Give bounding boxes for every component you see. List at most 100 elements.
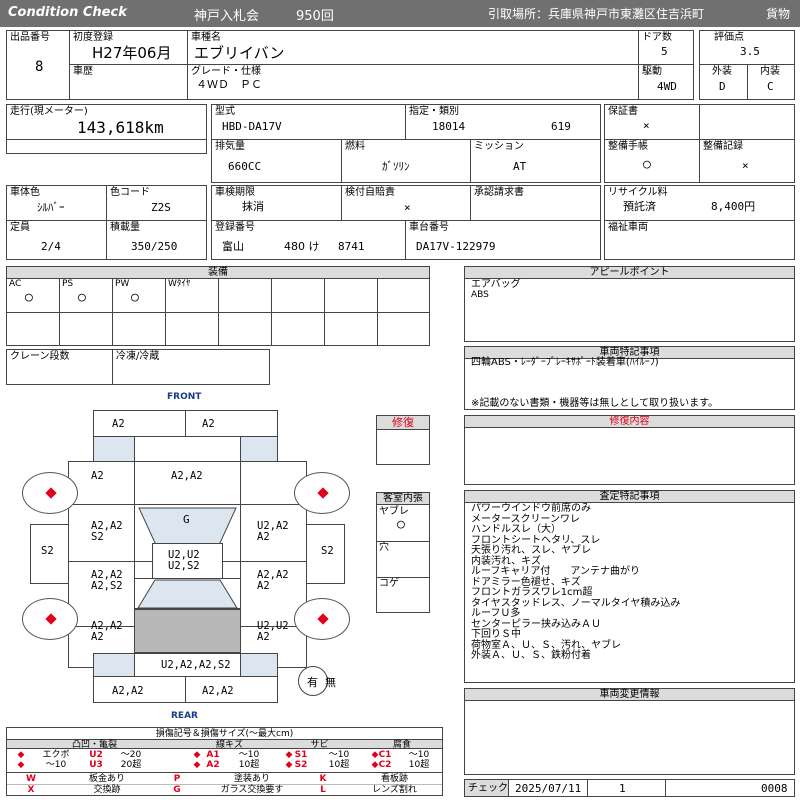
front-door-right[interactable]: U2,A2 A2: [240, 504, 307, 562]
dmg-label: A2,A2 A2: [91, 620, 123, 643]
legend-key-desc: 板金あり: [88, 774, 125, 784]
legend-key: K: [319, 774, 327, 784]
legend-key: G: [173, 785, 181, 795]
approval-box: 承認請求書: [470, 185, 601, 221]
grade-label: グレード・仕様: [191, 66, 261, 77]
legend-code: U3: [89, 760, 103, 770]
mission-box: ミッション AT: [470, 139, 601, 183]
special-note: ※記載のない書類・機器等は無しとして取り扱います。: [471, 398, 719, 409]
repair-content-title: 修復内容: [465, 416, 794, 428]
int-value: C: [767, 80, 774, 93]
rear-label: REAR: [171, 711, 198, 721]
doors-value: 5: [661, 45, 668, 58]
liability-value: ×: [404, 201, 411, 214]
designation-label: 指定・類別: [409, 106, 459, 117]
headlight-right[interactable]: [240, 436, 278, 462]
rear-window-frame[interactable]: [134, 578, 241, 610]
note-line: パワーウインドウ前席のみ: [471, 503, 591, 514]
welfare-box: 福祉車両: [604, 220, 795, 260]
drive-label: 駆動: [642, 66, 662, 77]
approval-label: 承認請求書: [474, 187, 524, 198]
first-reg-box: 初度登録 H27年06月: [69, 30, 188, 65]
front-fender-left-top[interactable]: A2: [68, 461, 135, 505]
front-door-left[interactable]: A2,A2 S2: [68, 504, 135, 562]
front-bumper-right[interactable]: A2: [185, 410, 278, 437]
designation-box: 指定・類別 18014 619: [405, 104, 601, 140]
taillight-right[interactable]: [240, 653, 278, 677]
color-code-value: Z2S: [151, 201, 171, 214]
color-value: ｼﾙﾊﾞｰ: [37, 201, 65, 214]
dmg-label: U2,A2,A2,S2: [161, 659, 231, 671]
model-value: エブリイバン: [194, 44, 285, 62]
headlight-left[interactable]: [93, 436, 135, 462]
drive-box: 駆動 4WD: [638, 64, 694, 100]
check-code: 0008: [761, 782, 788, 795]
rear-bumper-right[interactable]: A2,A2: [185, 676, 278, 703]
wheel-rear-right[interactable]: [294, 598, 350, 640]
dmg-label: A2,A2 A2: [257, 569, 289, 592]
history-label: 車歴: [73, 66, 93, 77]
warranty-label: 保証書: [608, 106, 638, 117]
grille[interactable]: [134, 436, 241, 462]
dmg-label: A2,A2 A2,S2: [91, 569, 123, 592]
wheel-rear-left[interactable]: [22, 598, 78, 640]
legend-key: P: [173, 774, 181, 784]
fuel-label: 燃料: [345, 141, 365, 152]
rear-window-shape: [137, 579, 238, 609]
color-code-box: 色コード Z2S: [106, 185, 207, 221]
dmg-label: A2,A2: [112, 685, 144, 697]
check-row: チェック 2025/07/11 1 0008: [464, 779, 795, 797]
rear-door-left[interactable]: A2,A2 A2,S2: [68, 561, 135, 627]
spare-no-label: 無: [325, 676, 336, 689]
mission-value: AT: [513, 160, 527, 173]
manual-value: ○: [643, 157, 651, 172]
front-bumper-left[interactable]: A2: [93, 410, 186, 437]
header-category: 貨物: [766, 7, 791, 21]
crane-label: クレーン段数: [10, 351, 70, 362]
dmg-label: A2: [202, 418, 215, 430]
doors-box: ドア数 5: [638, 30, 694, 65]
inspection-notes-box: 査定特記事項 パワーウインドウ前席のみ メータースクリーンワレ ハンドルスレ（大…: [464, 490, 795, 683]
equip-ac-label: AC: [9, 279, 22, 289]
dmg-label: S2: [321, 545, 334, 557]
step-right[interactable]: S2: [306, 524, 345, 584]
type-label: 型式: [215, 106, 235, 117]
dmg-label: A2,A2: [171, 470, 203, 482]
recycle-box: リサイクル料 預託済 8,400円: [604, 185, 795, 221]
hood[interactable]: A2,A2: [134, 461, 241, 505]
rear-gate[interactable]: U2,A2,A2,S2: [134, 653, 241, 677]
wheel-marker-icon: [317, 613, 329, 625]
taillight-left[interactable]: [93, 653, 135, 677]
appeal-title: アピールポイント: [465, 267, 794, 279]
record-value: ×: [742, 159, 749, 172]
lot-box: 出品番号 8: [6, 30, 70, 100]
legend-code: U2: [89, 750, 103, 760]
check-divider: [665, 780, 666, 796]
capacity-box: 定員 2/4: [6, 220, 107, 260]
equip-pw-value: ○: [131, 290, 139, 305]
recycle-amount: 8,400円: [711, 200, 756, 213]
model-label: 車種名: [191, 32, 221, 43]
inspection-value: 抹消: [242, 200, 264, 213]
mission-label: ミッション: [474, 141, 524, 152]
equipment-col-line: [218, 278, 219, 345]
legend-code: C2: [378, 760, 392, 770]
lot-label: 出品番号: [10, 32, 50, 43]
step-left[interactable]: S2: [30, 524, 69, 584]
cargo-area[interactable]: [134, 609, 241, 653]
reg-class-value: 480 け: [284, 240, 320, 253]
first-reg-label: 初度登録: [73, 32, 113, 43]
inspection-notes-title: 査定特記事項: [465, 491, 794, 503]
crane-box: クレーン段数: [6, 349, 113, 385]
legend-key-desc: 塗装あり: [233, 774, 270, 784]
wheel-front-left[interactable]: [22, 472, 78, 514]
rear-bumper-left[interactable]: A2,A2: [93, 676, 186, 703]
history-box: 車歴: [69, 64, 188, 100]
recycle-status: 預託済: [623, 200, 656, 213]
header-location: 引取場所：兵庫県神戸市東灘区住吉浜町: [488, 7, 705, 21]
change-info-box: 車両変更情報: [464, 688, 795, 775]
wheel-front-right[interactable]: [294, 472, 350, 514]
roof[interactable]: U2,U2 U2,S2: [152, 543, 223, 579]
color-box: 車体色 ｼﾙﾊﾞｰ: [6, 185, 107, 221]
equipment-col-line: [59, 278, 60, 345]
